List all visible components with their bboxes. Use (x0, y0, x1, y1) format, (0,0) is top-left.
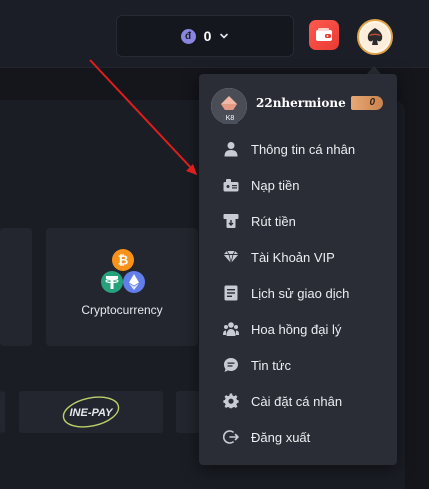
menu-item-label: Tài Khoản VIP (251, 249, 335, 265)
dropdown-menu-list: Thông tin cá nhân Nạp tiền Rút tiền Tài … (199, 131, 397, 455)
balance-selector[interactable]: đ 0 (116, 15, 294, 57)
history-icon (223, 285, 239, 301)
payment-method-card[interactable] (0, 228, 32, 346)
balance-amount: 0 (203, 28, 212, 44)
payment-logo: INE-PAY (62, 396, 120, 428)
user-avatar-button[interactable] (357, 19, 393, 55)
news-icon (223, 357, 239, 373)
dropdown-caret (367, 66, 381, 74)
crypto-icons: ₿ (101, 249, 145, 293)
payment-logo-card[interactable]: INE-PAY (19, 391, 163, 433)
menu-item-news[interactable]: Tin tức (199, 347, 397, 383)
menu-item-label: Lịch sử giao dịch (251, 285, 350, 301)
crypto-card-label: Cryptocurrency (81, 303, 163, 317)
vip-icon (223, 249, 239, 265)
menu-item-history[interactable]: Lịch sử giao dịch (199, 275, 397, 311)
wallet-button[interactable] (309, 20, 339, 50)
menu-item-logout[interactable]: Đăng xuất (199, 419, 397, 455)
logout-icon (223, 429, 239, 445)
coin-icon: đ (180, 28, 196, 44)
level-badge: K8 (222, 114, 238, 124)
wallet-icon (316, 28, 332, 41)
menu-item-label: Đăng xuất (251, 429, 311, 445)
svg-text:₿: ₿ (118, 253, 129, 268)
user-dropdown-menu: K8 22nhermione 0 Thông tin cá nhân Nạp t… (199, 74, 397, 465)
menu-item-label: Thông tin cá nhân (251, 141, 356, 157)
menu-item-withdraw[interactable]: Rút tiền (199, 203, 397, 239)
top-header: đ 0 (0, 0, 429, 68)
settings-icon (223, 393, 239, 409)
menu-item-vip[interactable]: Tài Khoản VIP (199, 239, 397, 275)
menu-item-deposit[interactable]: Nạp tiền (199, 167, 397, 203)
avatar-icon (361, 23, 389, 51)
agents-icon (223, 321, 239, 337)
bitcoin-icon: ₿ (112, 249, 134, 271)
username: 22nhermione (256, 96, 346, 110)
menu-item-label: Tin tức (251, 357, 292, 373)
user-icon (223, 141, 239, 157)
menu-item-label: Rút tiền (251, 213, 296, 229)
payment-logo-card[interactable] (0, 391, 5, 433)
chevron-down-icon (220, 33, 229, 39)
tether-icon (101, 271, 123, 293)
withdraw-icon (223, 213, 239, 229)
ethereum-icon (123, 271, 145, 293)
menu-item-label: Hoa hồng đại lý (251, 321, 342, 337)
menu-item-label: Nạp tiền (251, 177, 300, 193)
payment-logo-card[interactable] (176, 391, 200, 433)
menu-item-label: Cài đặt cá nhân (251, 393, 343, 409)
points-badge: 0 (351, 96, 383, 110)
profile-summary: K8 22nhermione 0 (211, 86, 391, 126)
menu-item-agents[interactable]: Hoa hồng đại lý (199, 311, 397, 347)
menu-item-profile[interactable]: Thông tin cá nhân (199, 131, 397, 167)
menu-item-settings[interactable]: Cài đặt cá nhân (199, 383, 397, 419)
deposit-icon (223, 177, 239, 193)
payment-logo-text: INE-PAY (70, 407, 115, 419)
crypto-payment-card[interactable]: ₿ Cryptocurrency (46, 228, 198, 346)
